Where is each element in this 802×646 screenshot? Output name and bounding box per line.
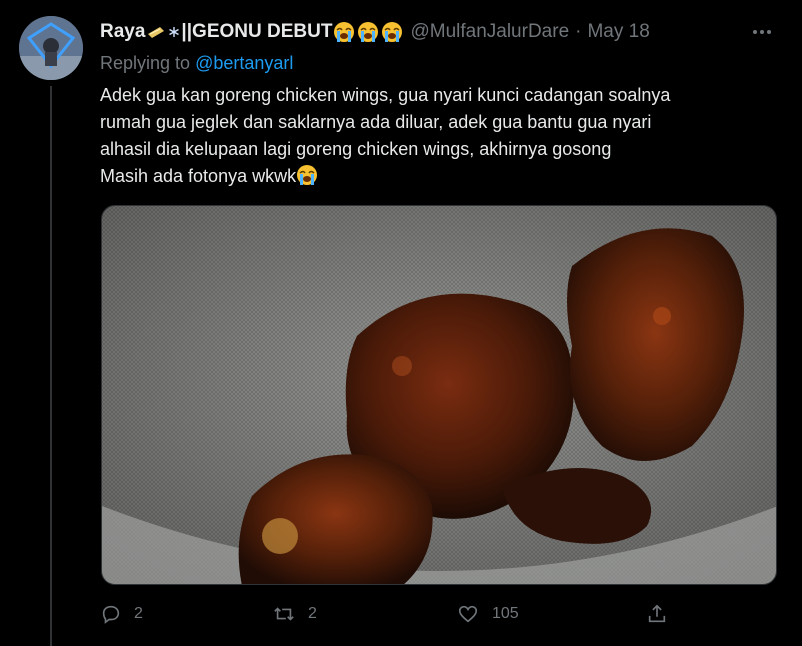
reply-button[interactable]: 2 bbox=[100, 598, 143, 630]
like-count: 105 bbox=[492, 605, 519, 622]
like-button[interactable]: 105 bbox=[456, 598, 519, 630]
more-options-icon[interactable] bbox=[750, 22, 774, 42]
burnt-chicken-wings-photo bbox=[102, 206, 776, 584]
tweet-text-line: Adek gua kan goreng chicken wings, gua n… bbox=[100, 85, 671, 105]
user-handle[interactable]: @MulfanJalurDare bbox=[410, 21, 569, 43]
loudly-crying-face-icon bbox=[334, 22, 355, 42]
reply-count: 2 bbox=[134, 605, 143, 622]
tweet-text-line: alhasil dia kelupaan lagi goreng chicken… bbox=[100, 139, 612, 159]
replying-to-label: Replying to bbox=[100, 53, 191, 73]
display-name-text: Raya bbox=[100, 21, 146, 42]
tweet-text-line: Masih ada fotonya wkwk bbox=[100, 166, 297, 186]
loudly-crying-face-icon bbox=[297, 165, 318, 185]
replying-to: Replying to @bertanyarl bbox=[100, 53, 293, 74]
reply-icon bbox=[102, 605, 120, 624]
thread-connector-line bbox=[50, 86, 52, 646]
display-name-suffix: ||GEONU DEBUT bbox=[181, 21, 333, 42]
ticket-icon bbox=[148, 27, 165, 38]
tweet-header: Raya ||GEONU DEBUT @MulfanJalurDare · Ma… bbox=[100, 18, 742, 46]
avatar-image bbox=[19, 16, 83, 80]
retweet-count: 2 bbox=[308, 605, 317, 622]
retweet-button[interactable]: 2 bbox=[272, 598, 317, 630]
heart-icon bbox=[458, 605, 478, 623]
separator-dot: · bbox=[575, 21, 582, 42]
retweet-icon bbox=[274, 607, 294, 621]
tweet-actions: 2 2 105 bbox=[100, 598, 780, 630]
tweet-text-last-line: Masih ada fotonya wkwk bbox=[100, 163, 780, 190]
replying-to-mention[interactable]: @bertanyarl bbox=[195, 53, 293, 73]
share-icon bbox=[648, 604, 666, 623]
loudly-crying-face-icon bbox=[382, 22, 403, 42]
tweet-text-line: rumah gua jeglek dan saklarnya ada dilua… bbox=[100, 112, 652, 132]
loudly-crying-face-icon bbox=[358, 22, 379, 42]
snowflake-icon bbox=[169, 27, 180, 37]
tweet-text: Adek gua kan goreng chicken wings, gua n… bbox=[100, 82, 780, 190]
display-name[interactable]: Raya ||GEONU DEBUT bbox=[100, 21, 404, 43]
avatar[interactable] bbox=[19, 16, 83, 80]
tweet-date[interactable]: May 18 bbox=[587, 21, 649, 43]
share-button[interactable] bbox=[646, 598, 680, 630]
tweet-photo[interactable] bbox=[101, 205, 777, 585]
